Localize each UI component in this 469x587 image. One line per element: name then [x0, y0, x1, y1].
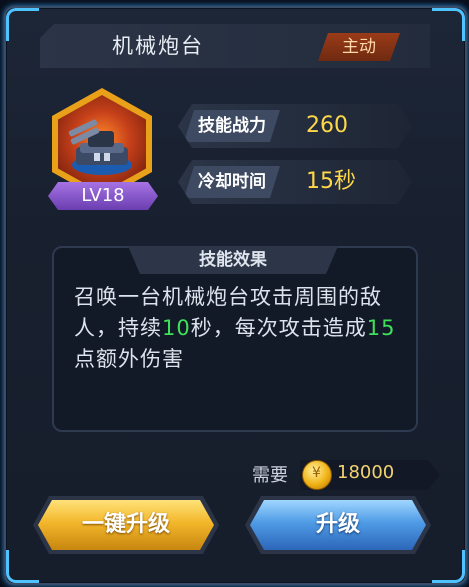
stat-value: 15秒 — [306, 169, 356, 194]
coin-mark: ¥ — [312, 465, 321, 481]
upgrade-button[interactable]: 升级 — [250, 500, 426, 550]
effect-damage-value: 15 — [366, 316, 396, 340]
skill-type-badge: 主动 — [318, 33, 400, 61]
frame-corner — [6, 550, 39, 583]
stat-label: 技能战力 — [184, 110, 280, 142]
gold-coin-icon: ¥ — [302, 460, 332, 490]
effect-description: 召唤一台机械炮台攻击周围的敌人，持续10秒，每次攻击造成15点额外伤害 — [74, 282, 399, 375]
cost-label: 需要 — [252, 465, 288, 486]
stat-value: 260 — [306, 113, 348, 138]
frame-corner — [432, 8, 465, 41]
upgrade-all-button[interactable]: 一键升级 — [38, 500, 214, 550]
frame-corner — [6, 8, 39, 41]
stat-row-cooldown: 冷却时间 15秒 — [178, 160, 412, 204]
turret-icon — [68, 119, 132, 175]
stat-label: 冷却时间 — [184, 166, 280, 198]
effect-text-segment: 点额外伤害 — [74, 347, 184, 371]
skill-title: 机械炮台 — [112, 34, 204, 58]
stat-row-power: 技能战力 260 — [178, 104, 412, 148]
effect-duration-value: 10 — [162, 316, 191, 340]
cost-amount: 18000 — [337, 462, 395, 483]
frame-corner — [432, 550, 465, 583]
effect-text-segment: 秒，每次攻击造成 — [190, 316, 367, 340]
effect-heading: 技能效果 — [128, 246, 338, 274]
skill-level-badge: LV18 — [48, 182, 158, 210]
